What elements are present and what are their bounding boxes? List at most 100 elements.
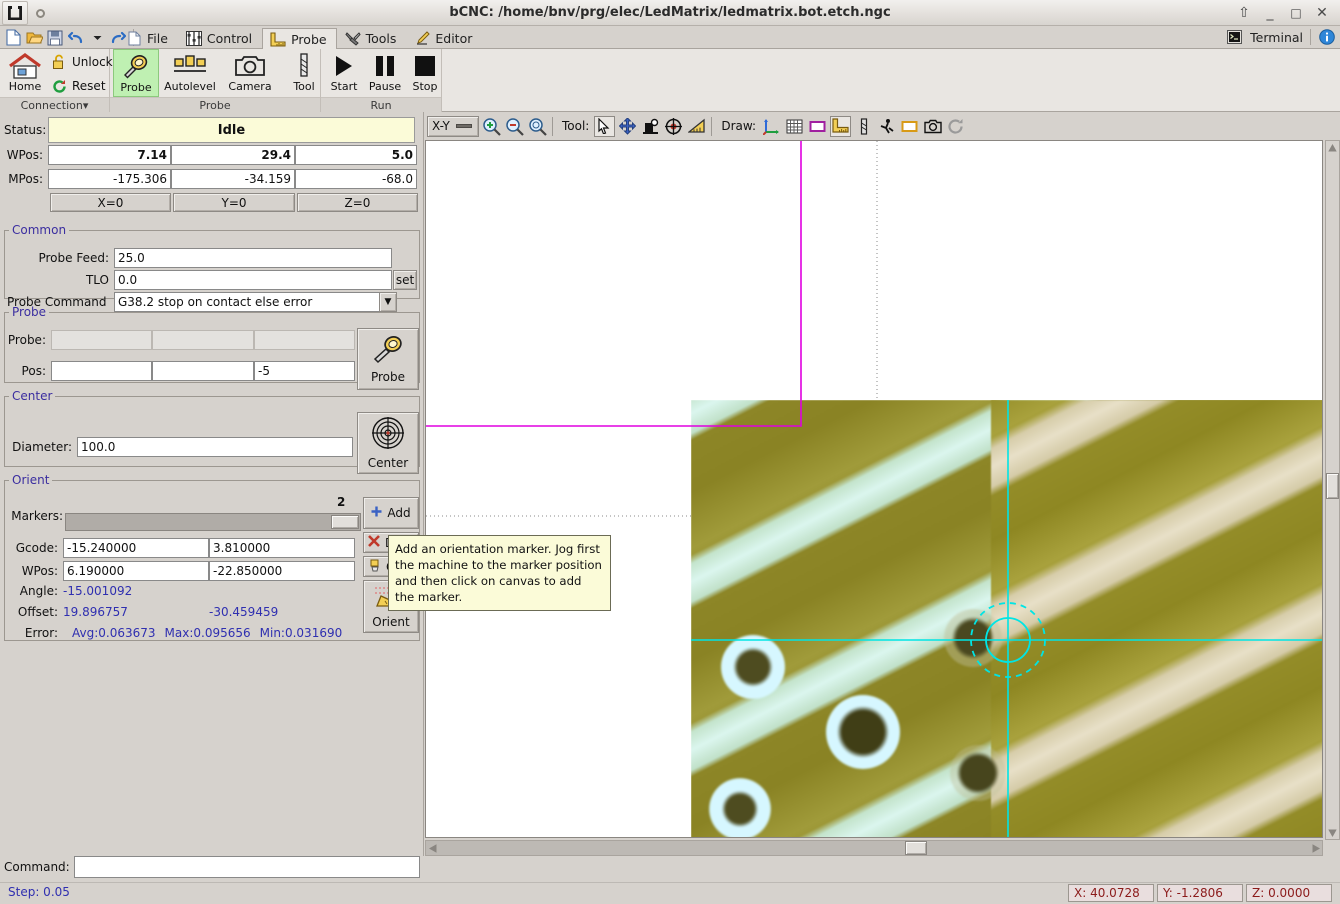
center-target-icon[interactable] — [663, 116, 684, 137]
window-close-button[interactable]: ✕ — [1314, 6, 1330, 20]
draw-label: Draw: — [721, 119, 757, 133]
camera-icon[interactable] — [922, 116, 943, 137]
center-action-label: Center — [367, 455, 409, 470]
orient-gcode-x-input[interactable]: -15.240000 — [63, 538, 209, 558]
probe-feed-input[interactable]: 25.0 — [114, 248, 392, 268]
zoom-in-icon[interactable] — [481, 116, 502, 137]
diameter-input[interactable]: 100.0 — [77, 437, 353, 457]
zoom-fit-icon[interactable] — [527, 116, 548, 137]
open-folder-icon[interactable] — [25, 29, 43, 47]
zero-z-button[interactable]: Z=0 — [297, 193, 418, 212]
ribbon-tabrow: File Control Probe Tools Editor Terminal — [0, 26, 1340, 50]
markers-slider[interactable] — [65, 513, 361, 531]
save-disk-icon[interactable] — [46, 29, 64, 47]
window-shade-button[interactable]: ⇧ — [1236, 6, 1252, 20]
orient-gcode-row: Gcode: -15.240000 3.810000 — [7, 538, 419, 558]
axes-icon[interactable] — [761, 116, 782, 137]
hand-erase-icon — [369, 559, 381, 575]
orient-error-avg: Avg:0.063673 — [72, 626, 156, 640]
pause-button[interactable]: Pause — [364, 49, 406, 97]
info-icon[interactable] — [1318, 28, 1336, 46]
home-button[interactable]: Home — [2, 49, 48, 97]
probe-left-panel: Status: Idle WPos: 7.14 29.4 5.0 MPos: -… — [0, 112, 424, 878]
undo-icon[interactable] — [67, 29, 85, 47]
center-action-button[interactable]: Center — [357, 412, 419, 474]
move-arrows-icon[interactable] — [617, 116, 638, 137]
stop-square-icon — [413, 52, 437, 80]
terminal-icon[interactable] — [1225, 28, 1243, 46]
coord-x-label: X: — [1074, 886, 1087, 900]
tab-tools[interactable]: Tools — [337, 27, 407, 49]
probe-action-label: Probe — [370, 369, 406, 384]
vertical-scroll-thumb[interactable] — [1326, 473, 1339, 499]
probe-ruler-icon[interactable] — [830, 115, 852, 137]
scroll-up-arrow-icon[interactable] — [1326, 141, 1339, 154]
probe-readout-y — [152, 330, 254, 350]
probe-feed-label: Probe Feed: — [38, 251, 109, 265]
probe-pos-x-input[interactable] — [51, 361, 152, 381]
autolevel-button[interactable]: Autolevel — [161, 49, 219, 97]
probe-button[interactable]: Probe — [113, 49, 159, 97]
window-maximize-button[interactable]: □ — [1288, 7, 1304, 19]
tab-file[interactable]: File — [118, 27, 178, 49]
canvas-area: X-Y Tool: Draw: — [424, 112, 1340, 856]
scroll-down-arrow-icon[interactable] — [1326, 826, 1339, 839]
margins-rect-icon[interactable] — [807, 116, 828, 137]
probe-action-button[interactable]: Probe — [357, 328, 419, 390]
tab-file-label: File — [147, 31, 168, 46]
zero-y-button[interactable]: Y=0 — [173, 193, 295, 212]
view-select-handle-icon — [455, 124, 472, 128]
workarea-rect-icon[interactable] — [899, 116, 920, 137]
new-file-icon[interactable] — [4, 29, 22, 47]
pointer-select-icon[interactable] — [594, 115, 616, 137]
canvas-vertical-scrollbar[interactable] — [1325, 140, 1340, 840]
window-minimize-button[interactable]: _ — [1262, 6, 1278, 20]
view-select[interactable]: X-Y — [427, 115, 479, 137]
scroll-right-arrow-icon[interactable] — [1309, 841, 1322, 855]
grid-icon[interactable] — [784, 116, 805, 137]
unlock-label: Unlock — [72, 55, 113, 69]
cnc-canvas[interactable] — [425, 140, 1323, 838]
orient-wpos-row: WPos: 6.190000 -22.850000 — [7, 561, 419, 581]
origin-set-icon[interactable] — [640, 116, 661, 137]
start-button[interactable]: Start — [324, 49, 364, 97]
orient-wpos-y-input[interactable]: -22.850000 — [209, 561, 355, 581]
stop-button[interactable]: Stop — [406, 49, 444, 97]
scroll-left-arrow-icon[interactable] — [426, 841, 439, 855]
tab-probe-label: Probe — [291, 31, 327, 47]
ruler-angle-icon[interactable] — [686, 116, 707, 137]
endmill-icon[interactable] — [853, 116, 874, 137]
tlo-input[interactable]: 0.0 — [114, 270, 392, 290]
connection-dropdown-arrow[interactable]: ▾ — [83, 99, 89, 112]
horizontal-scroll-thumb[interactable] — [905, 841, 927, 855]
ribbon-group-connection-caption[interactable]: Connection▾ — [0, 97, 109, 112]
wpos-x-value[interactable]: 7.14 — [48, 145, 171, 165]
tab-control-label: Control — [206, 31, 253, 46]
tlo-set-button[interactable]: set — [393, 270, 417, 290]
refresh-arrow-icon[interactable] — [945, 116, 966, 137]
tab-editor[interactable]: Editor — [406, 27, 482, 49]
terminal-shortcut: Terminal — [1225, 26, 1336, 48]
orient-wpos-x-input[interactable]: 6.190000 — [63, 561, 209, 581]
probe-pos-z-input[interactable]: -5 — [254, 361, 355, 381]
wpos-z-value[interactable]: 5.0 — [295, 145, 417, 165]
walk-paths-icon[interactable] — [876, 116, 897, 137]
probe-pos-y-input[interactable] — [152, 361, 254, 381]
canvas-horizontal-scrollbar[interactable] — [425, 840, 1323, 856]
wpos-y-value[interactable]: 29.4 — [171, 145, 295, 165]
zero-x-button[interactable]: X=0 — [50, 193, 171, 212]
markers-slider-thumb[interactable] — [331, 515, 359, 529]
command-input[interactable] — [74, 856, 420, 878]
window-controls: ⇧ _ □ ✕ — [1236, 0, 1336, 26]
camera-button[interactable]: Camera — [221, 49, 279, 97]
terminal-label[interactable]: Terminal — [1250, 30, 1303, 45]
tab-probe[interactable]: Probe — [262, 28, 337, 50]
orient-gcode-y-input[interactable]: 3.810000 — [209, 538, 355, 558]
zoom-out-icon[interactable] — [504, 116, 525, 137]
orient-add-button[interactable]: Add — [363, 497, 419, 529]
orient-offset-x-value: 19.896757 — [63, 605, 128, 619]
undo-dropdown-icon[interactable] — [88, 29, 106, 47]
orient-error-label: Error: — [24, 626, 58, 640]
mpos-label: MPos: — [8, 172, 43, 186]
tab-control[interactable]: Control — [178, 27, 262, 49]
